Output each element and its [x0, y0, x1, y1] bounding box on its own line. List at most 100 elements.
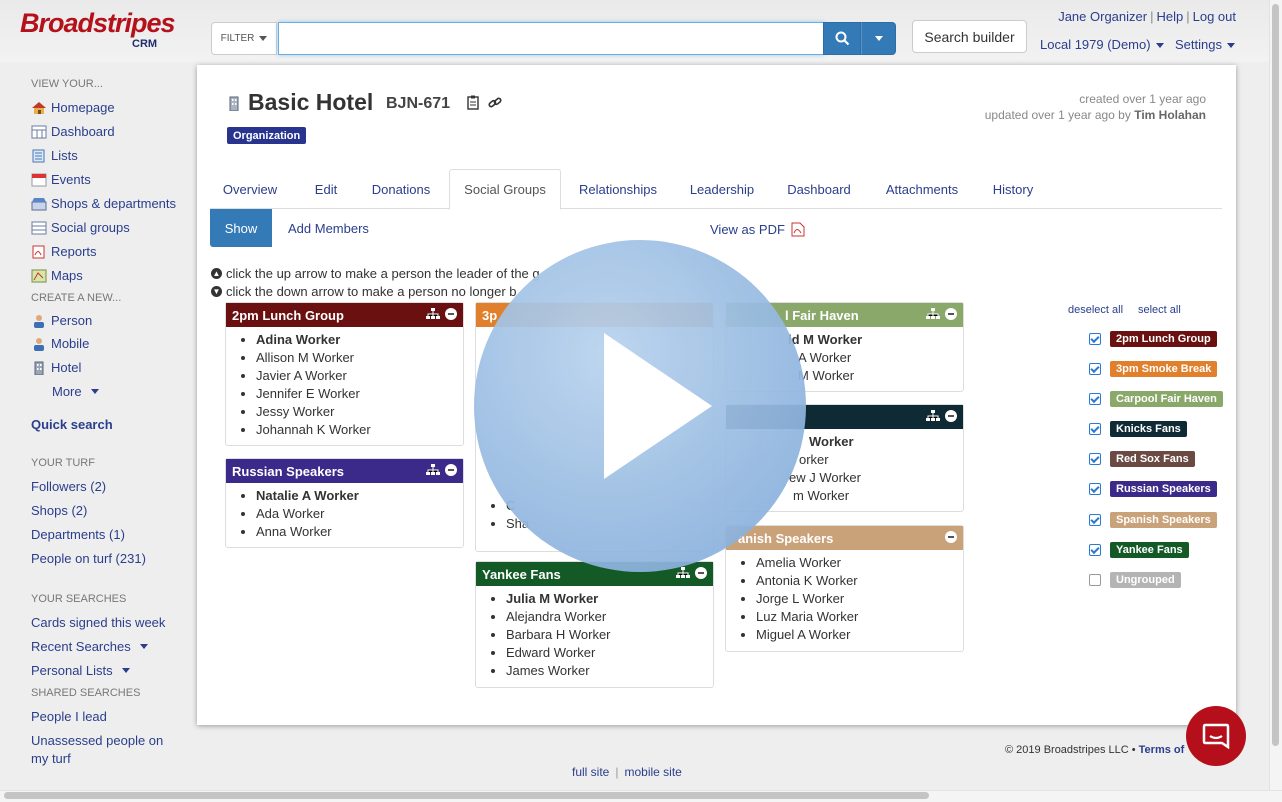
sidebar-item-social-groups[interactable]: Social groups [31, 220, 130, 235]
member[interactable]: orker [799, 451, 963, 469]
settings-menu[interactable]: Settings [1175, 37, 1235, 52]
member[interactable]: Jessy Worker [256, 403, 463, 421]
terms-link[interactable]: Terms of [1139, 744, 1185, 756]
view-as-pdf-link[interactable]: View as PDF [710, 222, 805, 237]
checkbox[interactable] [1089, 333, 1101, 345]
member[interactable]: Anna Worker [256, 523, 463, 541]
member[interactable]: A Worker [788, 349, 963, 367]
checkbox[interactable] [1089, 393, 1101, 405]
sidebar-item-reports[interactable]: Reports [31, 244, 97, 259]
video-play-button[interactable] [474, 240, 806, 572]
more-dropdown[interactable]: More [52, 384, 99, 399]
add-members-link[interactable]: Add Members [288, 221, 369, 236]
checkbox[interactable] [1089, 423, 1101, 435]
people-i-lead-link[interactable]: People I lead [31, 709, 107, 724]
filter-yankee-fans[interactable]: Yankee Fans [1089, 542, 1189, 558]
filter-russian-speakers[interactable]: Russian Speakers [1089, 481, 1217, 497]
filter-red-sox-fans[interactable]: Red Sox Fans [1089, 451, 1195, 467]
filter-carpool-fair-haven[interactable]: Carpool Fair Haven [1089, 391, 1223, 407]
cards-signed-link[interactable]: Cards signed this week [31, 615, 165, 630]
recent-searches-dropdown[interactable]: Recent Searches [31, 639, 148, 654]
turf-people-link[interactable]: People on turf (231) [31, 551, 146, 566]
filter-dropdown[interactable]: FILTER [211, 22, 277, 55]
member[interactable]: Barbara H Worker [506, 626, 713, 644]
member[interactable]: Jorge L Worker [756, 590, 963, 608]
broadstripes-logo[interactable]: Broadstripes CRM [20, 8, 176, 54]
member-leader[interactable]: ld M Worker [788, 331, 963, 349]
quick-search-link[interactable]: Quick search [31, 417, 113, 432]
member[interactable]: Jennifer E Worker [256, 385, 463, 403]
horizontal-scroll-thumb[interactable] [4, 792, 929, 799]
full-site-link[interactable]: full site [572, 765, 609, 779]
member-leader[interactable]: Julia M Worker [506, 590, 713, 608]
filter-2pm-lunch-group[interactable]: 2pm Lunch Group [1089, 331, 1217, 347]
tab-relationships[interactable]: Relationships [572, 169, 664, 209]
checkbox[interactable] [1089, 453, 1101, 465]
member[interactable]: Ada Worker [256, 505, 463, 523]
member[interactable]: Javier A Worker [256, 367, 463, 385]
sidebar-item-shops-departments[interactable]: Shops & departments [31, 196, 176, 211]
member[interactable]: m Worker [793, 487, 963, 505]
search-builder-button[interactable]: Search builder [912, 20, 1027, 53]
member-leader[interactable]: Adina Worker [256, 331, 463, 349]
member[interactable]: Amelia Worker [756, 554, 963, 572]
clipboard-icon[interactable] [467, 95, 481, 110]
deselect-all-link[interactable]: deselect all [1068, 304, 1123, 316]
org-chart-icon[interactable] [426, 308, 440, 320]
sidebar-item-lists[interactable]: Lists [31, 148, 78, 163]
tab-social-groups[interactable]: Social Groups [449, 169, 561, 210]
tab-edit[interactable]: Edit [306, 169, 346, 209]
org-chart-icon[interactable] [926, 410, 940, 422]
member[interactable]: Miguel A Worker [756, 626, 963, 644]
tab-leadership[interactable]: Leadership [684, 169, 760, 209]
logout-link[interactable]: Log out [1193, 9, 1236, 24]
member[interactable]: Antonia K Worker [756, 572, 963, 590]
org-chart-icon[interactable] [676, 567, 690, 579]
member[interactable]: ew J Worker [789, 469, 963, 487]
sidebar-item-events[interactable]: Events [31, 172, 91, 187]
filter-knicks-fans[interactable]: Knicks Fans [1089, 421, 1187, 437]
member[interactable]: Allison M Worker [256, 349, 463, 367]
filter-spanish-speakers[interactable]: Spanish Speakers [1089, 512, 1217, 528]
member-leader[interactable]: Worker [809, 433, 963, 451]
member[interactable]: M Worker [788, 367, 963, 385]
tab-donations[interactable]: Donations [365, 169, 437, 209]
checkbox[interactable] [1089, 574, 1101, 586]
member[interactable]: Luz Maria Worker [756, 608, 963, 626]
create-person-link[interactable]: Person [31, 313, 92, 328]
collapse-icon[interactable] [945, 410, 957, 422]
tab-history[interactable]: History [985, 169, 1041, 209]
checkbox[interactable] [1089, 544, 1101, 556]
filter-ungrouped[interactable]: Ungrouped [1089, 572, 1181, 588]
link-icon[interactable] [488, 96, 503, 110]
filter-3pm-smoke-break[interactable]: 3pm Smoke Break [1089, 361, 1218, 377]
create-mobile-link[interactable]: Mobile [31, 336, 89, 351]
turf-shops-link[interactable]: Shops (2) [31, 503, 87, 518]
collapse-icon[interactable] [695, 567, 707, 579]
tab-overview[interactable]: Overview [220, 169, 280, 209]
search-options-button[interactable] [861, 22, 896, 55]
sidebar-item-dashboard[interactable]: Dashboard [31, 124, 115, 139]
member-leader[interactable]: Natalie A Worker [256, 487, 463, 505]
unassessed-people-link-cont[interactable]: my turf [31, 751, 71, 766]
personal-lists-dropdown[interactable]: Personal Lists [31, 663, 130, 678]
local-selector[interactable]: Local 1979 (Demo) [1040, 37, 1164, 52]
member[interactable]: Johannah K Worker [256, 421, 463, 439]
checkbox[interactable] [1089, 363, 1101, 375]
create-hotel-link[interactable]: Hotel [31, 360, 81, 375]
member[interactable]: Edward Worker [506, 644, 713, 662]
chat-launcher-button[interactable] [1186, 706, 1246, 766]
collapse-icon[interactable] [945, 531, 957, 543]
sidebar-item-maps[interactable]: Maps [31, 268, 83, 283]
select-all-link[interactable]: select all [1138, 304, 1181, 316]
tab-attachments[interactable]: Attachments [880, 169, 964, 209]
help-link[interactable]: Help [1156, 9, 1183, 24]
show-button[interactable]: Show [210, 209, 272, 247]
member[interactable]: Alejandra Worker [506, 608, 713, 626]
checkbox[interactable] [1089, 514, 1101, 526]
search-button[interactable] [823, 22, 861, 55]
member[interactable]: James Worker [506, 662, 713, 680]
collapse-icon[interactable] [445, 464, 457, 476]
checkbox[interactable] [1089, 483, 1101, 495]
collapse-icon[interactable] [945, 308, 957, 320]
